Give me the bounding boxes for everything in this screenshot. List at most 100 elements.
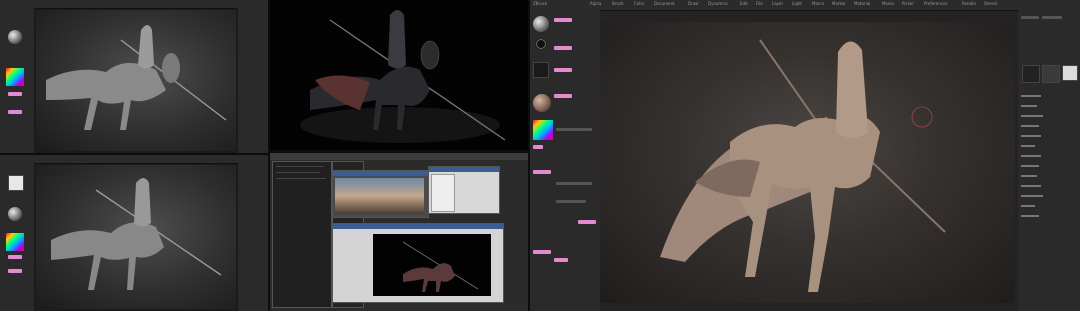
material-sphere[interactable] — [8, 207, 22, 221]
subtool-thumbnail[interactable] — [1062, 65, 1078, 81]
centaur-torso — [836, 41, 868, 138]
composite-image-window[interactable] — [332, 223, 504, 303]
left-shelf — [0, 8, 34, 153]
app-title: ZBrush — [533, 1, 548, 6]
pink-button[interactable] — [554, 18, 572, 22]
pink-button[interactable] — [554, 258, 568, 262]
material-sphere[interactable] — [8, 30, 22, 44]
button[interactable] — [1021, 16, 1039, 19]
menu-bar[interactable] — [0, 155, 268, 164]
zbrush-window-bottom-left — [0, 155, 268, 311]
menu-item[interactable]: Light — [792, 1, 802, 6]
pink-button[interactable] — [554, 68, 572, 72]
window-title-bar[interactable] — [333, 171, 428, 176]
subtool-thumbnail[interactable] — [1042, 65, 1060, 83]
shield — [162, 53, 180, 83]
shelf-button[interactable] — [8, 110, 22, 114]
centaur-body — [730, 116, 880, 292]
list-item[interactable] — [1021, 145, 1035, 147]
pink-button[interactable] — [554, 46, 572, 50]
list-item[interactable] — [1021, 135, 1041, 137]
dark-render — [300, 10, 506, 143]
stroke-indicator[interactable] — [535, 38, 547, 50]
menu-item[interactable]: Macro — [812, 1, 824, 6]
list-item[interactable] — [1021, 115, 1043, 117]
main-viewport[interactable] — [600, 22, 1015, 303]
list-item[interactable] — [1021, 105, 1037, 107]
menu-item[interactable]: Brush — [612, 1, 624, 6]
pink-button[interactable] — [533, 145, 543, 149]
dialog-window[interactable] — [428, 166, 500, 214]
material-sphere[interactable] — [533, 94, 551, 112]
centaur-torso — [134, 178, 151, 227]
menu-item[interactable]: Draw — [688, 1, 698, 6]
menu-item[interactable]: Movie — [882, 1, 894, 6]
list-item[interactable] — [1021, 205, 1035, 207]
list-item[interactable] — [1021, 165, 1039, 167]
color-picker[interactable] — [6, 233, 24, 251]
menu-item[interactable]: Marker — [832, 1, 846, 6]
viewport[interactable] — [36, 10, 236, 151]
menu-bar[interactable] — [270, 153, 528, 160]
color-picker[interactable] — [533, 120, 553, 140]
menu-item[interactable]: Layer — [772, 1, 783, 6]
focus-marker — [911, 106, 933, 128]
menu-item[interactable]: Dynamics — [708, 1, 728, 6]
pink-button[interactable] — [554, 94, 572, 98]
slider[interactable] — [556, 182, 592, 185]
list-item[interactable] — [1021, 125, 1039, 127]
list-item[interactable] — [1021, 215, 1039, 217]
left-shelf — [0, 163, 34, 311]
centaur-model — [46, 25, 227, 130]
window-title-bar[interactable] — [333, 224, 503, 229]
zbrush-window-main: ZBrush Alpha Brush Color Document Draw D… — [530, 0, 1080, 311]
centaur-torso — [388, 10, 406, 69]
menu-item[interactable]: Preferences — [924, 1, 948, 6]
pink-button[interactable] — [578, 220, 596, 224]
photoshop-window — [270, 153, 528, 311]
window-title-bar[interactable] — [429, 167, 499, 172]
shield — [420, 40, 440, 70]
centaur-model — [51, 178, 222, 290]
menu-item[interactable]: Material — [854, 1, 870, 6]
render-canvas — [373, 234, 491, 296]
thumbnail-list[interactable] — [431, 174, 455, 212]
pink-button[interactable] — [533, 250, 551, 254]
viewport[interactable] — [36, 165, 236, 309]
shelf-button[interactable] — [8, 92, 22, 96]
button[interactable] — [1042, 16, 1062, 19]
subtool-thumbnail[interactable] — [1022, 65, 1040, 83]
pink-button[interactable] — [533, 170, 551, 174]
list-item[interactable] — [1021, 155, 1041, 157]
alpha-thumbnail[interactable] — [533, 62, 549, 78]
color-picker[interactable] — [6, 68, 24, 86]
list-item[interactable] — [1021, 95, 1041, 97]
centaur-sculpt — [660, 39, 946, 292]
tool-thumbnail[interactable] — [8, 175, 24, 191]
list-item[interactable] — [1021, 175, 1037, 177]
tool-tray-left — [530, 10, 600, 311]
shelf-button[interactable] — [8, 269, 22, 273]
list-item[interactable] — [1021, 195, 1043, 197]
menu-item[interactable]: Picker — [902, 1, 914, 6]
menu-item[interactable]: Edit — [740, 1, 748, 6]
centaur-body — [403, 263, 455, 292]
centaur-body — [46, 62, 166, 130]
slider[interactable] — [556, 200, 586, 203]
brush-sphere[interactable] — [533, 16, 549, 32]
menu-bar[interactable]: ZBrush Alpha Brush Color Document Draw D… — [530, 0, 1080, 11]
file-browser[interactable] — [272, 161, 332, 308]
render-preview-top-middle — [270, 0, 528, 150]
menu-item[interactable]: Stencil — [984, 1, 998, 6]
menu-item[interactable]: File — [756, 1, 763, 6]
shelf-button[interactable] — [8, 255, 22, 259]
slider[interactable] — [556, 128, 592, 131]
tool-tray-right — [1018, 10, 1080, 311]
reference-image-window[interactable] — [332, 170, 429, 218]
list-item[interactable] — [1021, 185, 1041, 187]
menu-item[interactable]: Document — [654, 1, 675, 6]
menu-item[interactable]: Render — [962, 1, 976, 6]
menu-bar[interactable] — [0, 0, 268, 9]
menu-item[interactable]: Color — [634, 1, 644, 6]
menu-item[interactable]: Alpha — [590, 1, 601, 6]
